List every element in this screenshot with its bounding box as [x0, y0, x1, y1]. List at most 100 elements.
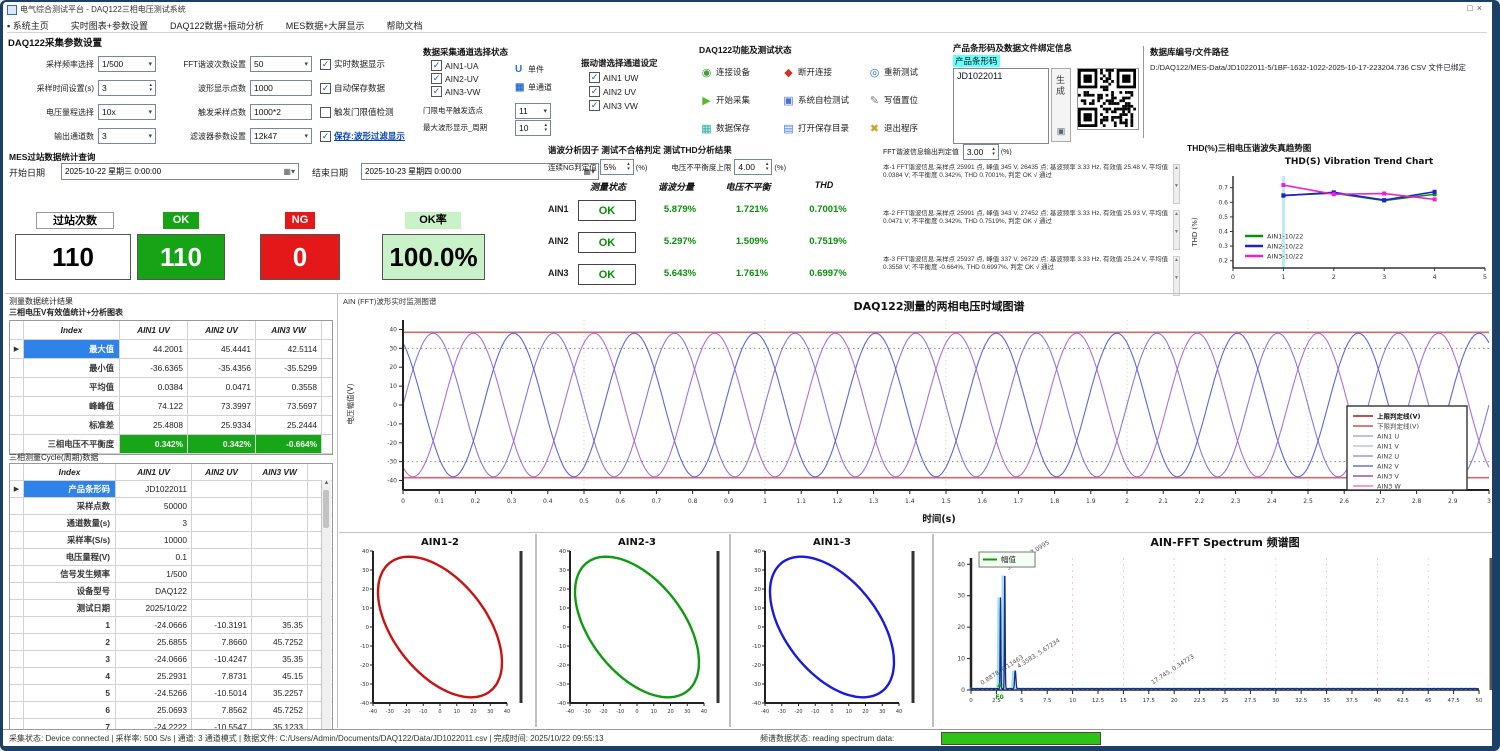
function-button-写值置位[interactable]: ✎写值置位 — [867, 88, 949, 112]
param-input-4[interactable]: 1000 — [250, 80, 312, 96]
acq-channel-checkbox-1[interactable]: ✓AIN1-UA — [431, 60, 575, 71]
cycle-row[interactable]: 设备型号DAQ122 — [10, 583, 332, 600]
stats-row[interactable]: 标准差25.480825.933425.2444 — [10, 416, 332, 435]
column-header: AIN1 UV — [120, 321, 188, 339]
svg-text:0.4: 0.4 — [1218, 228, 1228, 235]
cycle-row[interactable]: 625.06937.856245.7252 — [10, 702, 332, 719]
counter-label-OK率: OK率 — [405, 212, 461, 229]
mini-button-单通道[interactable]: ▦单通道 — [515, 78, 552, 96]
param-checkbox-1[interactable]: ✓实时数据显示 — [320, 58, 385, 70]
cycle-row[interactable]: 3-24.0666-10.424735.35 — [10, 651, 332, 668]
svg-text:DAQ122测量的两相电压时域图谱: DAQ122测量的两相电压时域图谱 — [854, 299, 1025, 313]
spectrum-channel-checkbox-1[interactable]: ✓AIN1 UW — [589, 72, 693, 83]
acq-channel-checkbox-2[interactable]: ✓AIN2-UV — [431, 73, 575, 84]
param-checkbox-2[interactable]: ✓自动保存数据 — [320, 82, 385, 94]
svg-text:AIN2 U: AIN2 U — [1377, 453, 1399, 461]
function-button-断开连接[interactable]: ◆断开连接 — [781, 60, 863, 84]
stats-row[interactable]: 平均值0.03840.04710.3558 — [10, 378, 332, 397]
acq-channel-checkbox-3[interactable]: ✓AIN3-VW — [431, 86, 575, 97]
title-bar: 电气综合测试平台 - DAQ122三相电压测试系统 □× — [3, 2, 1492, 16]
function-button-重新测试[interactable]: ◎重新测试 — [867, 60, 949, 84]
limit2-spinner[interactable]: 4.00▴▾ — [734, 159, 772, 175]
limit3-spinner[interactable]: 3.00▴▾ — [963, 144, 999, 160]
function-button-开始采集[interactable]: ▶开始采集 — [699, 88, 781, 112]
stats-table[interactable]: IndexAIN1 UVAIN2 UVAIN3 VW▶最大值44.200145.… — [9, 320, 333, 455]
cycle-row[interactable]: 采样率(S/s)10000 — [10, 532, 332, 549]
function-button-连接设备[interactable]: ◉连接设备 — [699, 60, 781, 84]
fft-log-2[interactable]: 本-2 FFT谐波信息:采样点 25991 点, 峰值 343 V, 27452… — [883, 210, 1180, 250]
cycle-row[interactable]: 225.68557.866045.7252 — [10, 634, 332, 651]
threshold-input-1[interactable]: 11▾ — [515, 103, 551, 119]
start-date-picker[interactable]: 2025-10-22 星期三 0:00:00▦▾ — [61, 163, 299, 180]
cycle-row[interactable]: 425.29317.873145.15 — [10, 668, 332, 685]
svg-text:40: 40 — [896, 709, 902, 715]
row-label: 峰峰值 — [24, 397, 120, 415]
function-button-数据保存[interactable]: ▦数据保存 — [699, 116, 781, 140]
field-label: FFT谐波次数设置 — [162, 59, 250, 70]
cycle-row[interactable]: 电压量程(V)0.1 — [10, 549, 332, 566]
cycle-row[interactable]: 采样点数50000 — [10, 498, 332, 515]
cycle-table[interactable]: IndexAIN1 UVAIN2 UVAIN3 VW▶产品条形码JD102201… — [9, 463, 333, 737]
param-input-3[interactable]: 3▴▾ — [98, 80, 156, 96]
svg-text:-40: -40 — [369, 709, 377, 715]
threshold-input-2[interactable]: 10▴▾ — [515, 120, 551, 136]
barcode-input[interactable]: JD1022011 — [953, 68, 1049, 144]
param-input-2[interactable]: 50▾ — [250, 56, 312, 72]
stats-row[interactable]: 最小值-36.6365-35.4356-35.5299 — [10, 359, 332, 378]
svg-text:30: 30 — [389, 345, 397, 352]
fft-log-scrollbar[interactable]: ▲▼ — [1173, 256, 1180, 296]
cycle-row[interactable]: 1-24.0666-10.319135.35 — [10, 617, 332, 634]
param-input-8[interactable]: 12k47▾ — [250, 128, 312, 144]
cycle-row[interactable]: ▶产品条形码JD1022011 — [10, 481, 332, 498]
function-button-打开保存目录[interactable]: ▤打开保存目录 — [781, 116, 863, 140]
close-button[interactable]: × — [1477, 3, 1486, 13]
file-path-text: D:/DAQ122/MES-Data/JD1022011-5/1BF-1632-… — [1150, 63, 1500, 73]
mini-button-单件[interactable]: U单件 — [515, 60, 552, 78]
svg-text:0: 0 — [1231, 273, 1235, 281]
param-input-5[interactable]: 10x▾ — [98, 104, 156, 120]
thd-value: 0.7519% — [792, 236, 864, 247]
spectrum-channel-checkbox-3[interactable]: ✓AIN3 VW — [589, 100, 693, 111]
cycle-row[interactable]: 通道数量(s)3 — [10, 515, 332, 532]
cycle-table-scrollbar[interactable]: ▲▼ — [321, 480, 331, 735]
limit1-spinner[interactable]: 5%▴▾ — [600, 159, 634, 175]
scrollbar-thumb[interactable] — [323, 490, 329, 528]
param-checkbox-4[interactable]: ✓保存:波形过滤显示 — [320, 130, 405, 142]
menu-item-5[interactable]: 帮助文档 — [387, 18, 423, 34]
waveform-chart: DAQ122测量的两相电压时域图谱-40-30-20-1001020304000… — [339, 294, 1497, 532]
menu-item-2[interactable]: 实时图表+参数设置 — [71, 18, 148, 34]
fft-log-scrollbar[interactable]: ▲▼ — [1173, 164, 1180, 204]
param-input-6[interactable]: 1000*2 — [250, 104, 312, 120]
cycle-row[interactable]: 信号发生频率1/500 — [10, 566, 332, 583]
svg-text:1.5: 1.5 — [941, 498, 951, 505]
counter-label-OK: OK — [163, 212, 199, 229]
cell-value: DAQ122 — [116, 583, 192, 599]
menu-item-3[interactable]: DAQ122数据+振动分析 — [170, 18, 264, 34]
menu-item-1[interactable]: ▪ 系统主页 — [7, 18, 49, 34]
generate-qr-button[interactable]: 生成 ▣ — [1051, 68, 1071, 142]
svg-text:AIN1 V: AIN1 V — [1377, 443, 1399, 451]
svg-text:AIN2-10/22: AIN2-10/22 — [1267, 243, 1303, 251]
svg-text:0.6: 0.6 — [1218, 199, 1228, 206]
svg-text:32.5: 32.5 — [1295, 698, 1308, 704]
cycle-row[interactable]: 5-24.5266-10.501435.2257 — [10, 685, 332, 702]
function-button-退出程序[interactable]: ✖退出程序 — [867, 116, 949, 140]
menu-item-4[interactable]: MES数据+大屏显示 — [286, 18, 365, 34]
svg-text:-20: -20 — [360, 663, 369, 669]
cell-value: 25.4808 — [120, 416, 188, 434]
param-input-7[interactable]: 3▾ — [98, 128, 156, 144]
stats-row[interactable]: 峰峰值74.12273.399773.5697 — [10, 397, 332, 416]
fft-log-1[interactable]: 本-1 FFT谐波信息:采样点 25991 点, 峰值 345 V, 26435… — [883, 164, 1180, 204]
fft-log-scrollbar[interactable]: ▲▼ — [1173, 210, 1180, 250]
param-checkbox-3[interactable]: 触发门限值检测 — [320, 106, 394, 118]
spectrum-channel-checkbox-2[interactable]: ✓AIN2 UV — [589, 86, 693, 97]
fft-log-panel: FFT谐波信息输出判定值 3.00▴▾ (%) 本-1 FFT谐波信息:采样点 … — [883, 144, 1179, 292]
barcode-panel-title: 产品条形码及数据文件绑定信息 — [953, 42, 1139, 54]
stats-row[interactable]: ▶最大值44.200145.444142.5114 — [10, 340, 332, 359]
cycle-row[interactable]: 测试日期2025/10/22 — [10, 600, 332, 617]
fft-log-3[interactable]: 本-3 FFT谐波信息:采样点 25937 点, 峰值 337 V, 26729… — [883, 256, 1180, 296]
restore-button[interactable]: □ — [1467, 3, 1476, 13]
svg-text:35: 35 — [1323, 698, 1330, 704]
param-input-1[interactable]: 1/500▾ — [98, 56, 156, 72]
function-button-系统自检测试[interactable]: ▣系统自检测试 — [781, 88, 863, 112]
